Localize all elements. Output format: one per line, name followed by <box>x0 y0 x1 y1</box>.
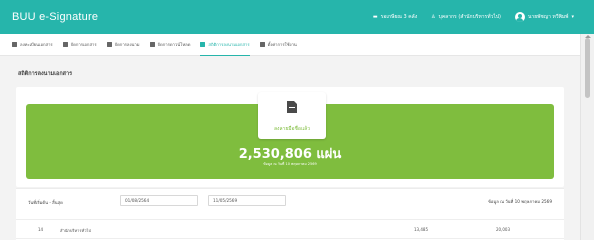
nav-label: จัดการลงนาม <box>114 42 140 47</box>
department-label: บุคลากร (สำนักบริหารทั่วไป) <box>438 14 501 20</box>
folder-settings-icon <box>259 42 265 47</box>
avatar <box>514 12 525 22</box>
start-date-input[interactable] <box>120 195 198 206</box>
chevron-down-icon: ▾ <box>571 14 574 20</box>
department-indicator[interactable]: ♙ บุคลากร (สำนักบริหารทั่วไป) <box>431 13 501 21</box>
nav-settings[interactable]: ตั้งค่าการใช้งาน <box>259 34 297 56</box>
user-name: นายพัชญา ทวีพิมพ์ <box>527 14 569 20</box>
user-outline-icon: ♙ <box>431 14 436 20</box>
stats-date-note: ข้อมูล ณ วันที่ 10 พฤษภาคม 2569 <box>263 162 317 166</box>
pending-indicator[interactable]: ▬ รอเกษียณ 3 คลัง <box>373 13 417 21</box>
table-row[interactable]: 14 สำนักบริหารทั่วไป 13,485 20,003 <box>16 219 564 239</box>
nav-manage-documents[interactable]: จัดการเอกสาร <box>62 34 97 56</box>
folder-icon: ▬ <box>372 14 378 20</box>
top-right-menu: ▬ รอเกษียณ 3 คลัง ♙ บุคลากร (สำนักบริหาร… <box>373 12 594 22</box>
main-nav: ลงทะเบียนเอกสาร จัดการเอกสาร จัดการลงนาม… <box>0 34 580 56</box>
nav-label: ตั้งค่าการใช้งาน <box>267 42 297 47</box>
page-title: สถิติการลงนามเอกสาร <box>18 71 73 77</box>
app-title[interactable]: BUU e-Signature <box>0 11 373 23</box>
nav-label: จัดการเอกสาร <box>70 42 97 47</box>
nav-register-document[interactable]: ลงทะเบียนเอกสาร <box>12 34 53 56</box>
page-scrollbar[interactable] <box>580 34 594 240</box>
document-icon <box>62 42 68 47</box>
top-bar: BUU e-Signature ▬ รอเกษียณ 3 คลัง ♙ บุคล… <box>0 0 594 34</box>
row-value-2: 20,003 <box>496 227 510 232</box>
signed-label: ลงลายมือชื่อแล้ว <box>273 126 311 132</box>
nav-label: ลงทะเบียนเอกสาร <box>20 42 53 47</box>
nav-label: จัดการดาวน์โหลด <box>157 42 191 47</box>
end-date-input[interactable] <box>208 195 286 206</box>
data-date-note: ข้อมูล ณ วันที่ 10 พฤษภาคม 2569 <box>488 199 552 204</box>
download-icon <box>149 42 155 47</box>
chart-icon <box>200 41 206 47</box>
nav-label: สถิติการลงนามเอกสาร <box>208 41 250 47</box>
row-value-1: 13,485 <box>414 227 428 232</box>
date-range-label: วันที่เริ่มต้น - สิ้นสุด <box>28 200 63 205</box>
user-menu[interactable]: นายพัชญา ทวีพิมพ์ ▾ <box>514 12 574 22</box>
filter-card: วันที่เริ่มต้น - สิ้นสุด ข้อมูล ณ วันที่… <box>16 188 564 240</box>
scroll-thumb[interactable] <box>585 38 590 98</box>
stats-card: ลงลายมือชื่อแล้ว <box>16 87 564 187</box>
pending-label: รอเกษียณ 3 คลัง <box>380 14 418 20</box>
signed-document-icon <box>287 101 297 113</box>
row-unit: สำนักบริหารทั่วไป <box>60 228 91 233</box>
signed-summary-box: ลงลายมือชื่อแล้ว <box>258 92 326 139</box>
nav-manage-signing[interactable]: จัดการลงนาม <box>106 34 140 56</box>
row-number: 14 <box>38 227 44 232</box>
document-register-icon <box>12 42 17 47</box>
nav-manage-downloads[interactable]: จัดการดาวน์โหลด <box>149 34 191 56</box>
signature-icon <box>106 42 112 47</box>
nav-signing-statistics[interactable]: สถิติการลงนามเอกสาร <box>200 34 250 56</box>
